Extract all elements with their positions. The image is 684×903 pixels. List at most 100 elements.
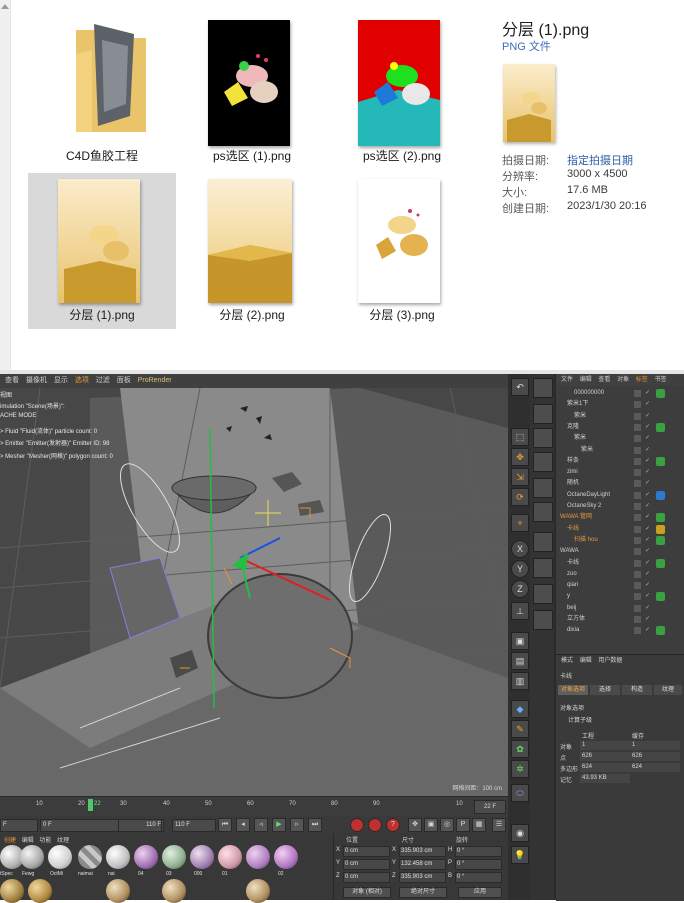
3d-viewport[interactable]: 视图 imulation "Scene(场景)": ACHE MODE > Fl… [0, 388, 508, 796]
attr-menu-userdata[interactable]: 用户数据 [598, 658, 622, 664]
material-ball[interactable] [246, 845, 270, 869]
material-ball[interactable] [190, 845, 214, 869]
enable-axis-icon[interactable] [533, 532, 553, 552]
enabled-check-icon[interactable]: ✓ [645, 603, 650, 614]
file-tile-layer2[interactable]: 分层 (2).png [178, 173, 326, 329]
visibility-toggle[interactable] [634, 423, 641, 431]
end-frame-field-2[interactable]: 110 F [172, 819, 216, 832]
rotation-b-field[interactable]: 0 ° [455, 872, 502, 883]
generator-icon[interactable]: ✲ [511, 760, 529, 778]
om-menu-tags[interactable]: 标签 [636, 377, 648, 383]
edges-mode-icon[interactable] [533, 502, 553, 522]
coord-system-icon[interactable]: ⊥ [511, 602, 529, 620]
attr-menu-edit[interactable]: 编辑 [580, 658, 592, 664]
position-x-field[interactable]: 0 cm [343, 846, 390, 857]
workplane-icon[interactable] [533, 452, 553, 472]
enabled-check-icon[interactable]: ✓ [645, 388, 650, 399]
visibility-toggle[interactable] [634, 412, 641, 420]
rotation-h-field[interactable]: 0 ° [455, 846, 502, 857]
enabled-check-icon[interactable]: ✓ [645, 512, 650, 523]
enabled-check-icon[interactable]: ✓ [645, 580, 650, 591]
object-row[interactable]: y ✓ [556, 591, 684, 602]
enabled-check-icon[interactable]: ✓ [645, 456, 650, 467]
prop-value[interactable]: 指定拍摄日期 [567, 152, 633, 168]
attr-compute-children[interactable]: 计算子级 [568, 715, 592, 724]
play-icon[interactable]: ▶ [272, 818, 286, 832]
material-tag-icon[interactable] [656, 592, 665, 602]
prev-frame-icon[interactable]: ◃ [254, 818, 268, 832]
record-icon[interactable] [350, 818, 364, 832]
go-end-icon[interactable]: ⏭ [308, 818, 322, 832]
material-tag-icon[interactable] [656, 513, 665, 523]
object-mode-icon[interactable] [533, 404, 553, 424]
visibility-toggle[interactable] [634, 435, 641, 443]
material-ball[interactable] [106, 879, 130, 903]
material-tag-icon[interactable] [656, 524, 665, 534]
rotate-icon[interactable]: ⟳ [511, 488, 529, 506]
model-mode-icon[interactable] [533, 378, 553, 398]
object-row[interactable]: 样条 ✓ [556, 456, 684, 467]
attr-tab-selection[interactable]: 选择 [590, 685, 620, 695]
visibility-toggle[interactable] [634, 514, 641, 522]
coord-mode-select[interactable]: 对象 (相对) [343, 887, 391, 898]
pen-icon[interactable]: ✎ [511, 720, 529, 738]
size-mode-select[interactable]: 绝对尺寸 [399, 887, 447, 898]
material-tag-icon[interactable] [656, 456, 665, 466]
visibility-toggle[interactable] [634, 627, 641, 635]
material-ball[interactable] [78, 845, 102, 869]
mat-tab-function[interactable]: 功能 [39, 838, 51, 844]
file-tile-ps2[interactable]: ps选区 (2).png [328, 14, 476, 170]
enabled-check-icon[interactable]: ✓ [645, 535, 650, 546]
scale-key-icon[interactable]: ▣ [424, 818, 438, 832]
enabled-check-icon[interactable]: ✓ [645, 591, 650, 602]
object-row[interactable]: 卡线 ✓ [556, 558, 684, 569]
undo-icon[interactable]: ↶ [511, 378, 529, 396]
enabled-check-icon[interactable]: ✓ [645, 501, 650, 512]
enabled-check-icon[interactable]: ✓ [645, 558, 650, 569]
menu-panel[interactable]: 面板 [117, 377, 131, 384]
next-frame-icon[interactable]: ▹ [290, 818, 304, 832]
current-frame-field[interactable]: 22 F [474, 800, 506, 814]
material-tag-icon[interactable] [656, 535, 665, 545]
object-row[interactable]: 紫米 ✓ [556, 433, 684, 444]
enabled-check-icon[interactable]: ✓ [645, 569, 650, 580]
timeline-menu-icon[interactable]: ☰ [492, 818, 506, 832]
apply-button[interactable]: 应用 [458, 887, 502, 898]
file-tile-ps1[interactable]: ps选区 (1).png [178, 14, 326, 170]
material-ball[interactable] [0, 879, 24, 903]
mat-tab-edit[interactable]: 编辑 [22, 838, 34, 844]
file-tile-layer3[interactable]: 分层 (3).png [328, 173, 476, 329]
enabled-check-icon[interactable]: ✓ [645, 467, 650, 478]
x-axis-icon[interactable]: X [511, 540, 529, 558]
om-menu-bookmarks[interactable]: 书签 [654, 377, 666, 383]
visibility-toggle[interactable] [634, 469, 641, 477]
material-ball[interactable] [106, 845, 130, 869]
add-icon[interactable]: + [511, 514, 529, 532]
object-row[interactable]: WAWA ✓ [556, 546, 684, 557]
y-axis-icon[interactable]: Y [511, 560, 529, 578]
enabled-check-icon[interactable]: ✓ [645, 399, 650, 410]
snap-icon[interactable] [533, 558, 553, 578]
size-y-field[interactable]: 132.458 cm [399, 859, 446, 870]
enabled-check-icon[interactable]: ✓ [645, 625, 650, 636]
visibility-toggle[interactable] [634, 446, 641, 454]
magnet-icon[interactable] [533, 584, 553, 604]
object-row[interactable]: 紫米1下 ✓ [556, 399, 684, 410]
file-tile-folder[interactable]: C4D鱼胶工程 [28, 14, 176, 170]
end-frame-field[interactable]: 110 F [118, 819, 162, 832]
material-ball[interactable] [218, 845, 242, 869]
material-ball[interactable] [246, 879, 270, 903]
visibility-toggle[interactable] [634, 616, 641, 623]
visibility-toggle[interactable] [634, 503, 641, 510]
visibility-toggle[interactable] [634, 559, 641, 567]
deformer-icon[interactable]: ⬭ [511, 784, 529, 802]
visibility-toggle[interactable] [634, 457, 641, 465]
help-icon[interactable]: ? [386, 818, 400, 832]
visibility-toggle[interactable] [634, 480, 641, 488]
material-ball[interactable] [28, 879, 52, 903]
enabled-check-icon[interactable]: ✓ [645, 422, 650, 433]
om-menu-object[interactable]: 对象 [617, 377, 629, 383]
object-row[interactable]: 立方体 ✓ [556, 614, 684, 625]
size-z-field[interactable]: 335.903 cm [399, 872, 446, 883]
menu-options[interactable]: 选项 [75, 377, 89, 384]
